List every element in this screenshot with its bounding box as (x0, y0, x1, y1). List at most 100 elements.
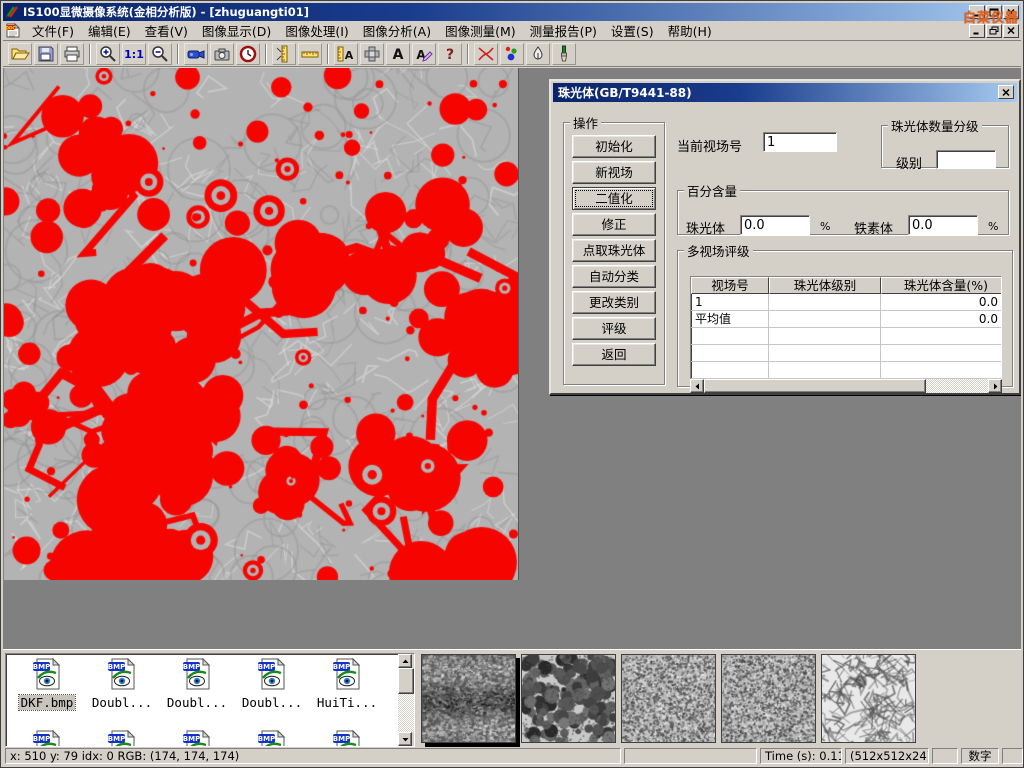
menu-item-5[interactable]: 图像处理(I) (278, 22, 355, 41)
toolbar-separator (177, 44, 179, 64)
table-row[interactable] (691, 328, 1001, 345)
toolbar-button-curve-tool[interactable] (474, 43, 498, 65)
pearlite-percent-sign: % (820, 220, 830, 233)
file-item-1[interactable]: BMPDKF.bmp (12, 657, 82, 710)
op-button-4[interactable]: 修正 (572, 213, 656, 236)
table-row[interactable] (691, 362, 1001, 379)
scroll-left-button[interactable] (690, 379, 704, 393)
file-scroll-thumb[interactable] (398, 668, 414, 694)
table-horizontal-scrollbar[interactable] (690, 379, 1002, 393)
toolbar-button-particles[interactable] (500, 43, 524, 65)
scroll-right-button[interactable] (988, 379, 1002, 393)
op-button-9[interactable]: 返回 (572, 343, 656, 366)
file-item-row2-2[interactable]: BMP (87, 729, 157, 747)
toolbar-separator (467, 44, 469, 64)
menu-item-10[interactable]: 帮助(H) (661, 22, 719, 41)
file-list-scrollbar[interactable] (398, 654, 414, 746)
svg-text:BMP: BMP (333, 735, 350, 743)
application-window: IS100显微摄像系统(金相分析版) - [zhuguangti01] 白菜仪器… (0, 0, 1024, 768)
file-item-2[interactable]: BMPDoubl... (87, 657, 157, 710)
toolbar-button-zoom-in[interactable] (96, 43, 120, 65)
toolbar-button-open[interactable] (8, 43, 32, 65)
toolbar-button-clock[interactable] (236, 43, 260, 65)
grade-group-label: 珠光体数量分级 (888, 116, 982, 135)
actual-size-icon: 1:1 (124, 44, 144, 64)
file-item-row2-1[interactable]: BMP (12, 729, 82, 747)
toolbar-button-measure-text[interactable]: A (334, 43, 358, 65)
dialog-close-button[interactable] (998, 85, 1014, 99)
svg-text:BMP: BMP (183, 663, 200, 671)
child-minimize-button[interactable] (969, 24, 985, 38)
op-button-3[interactable]: 二值化 (572, 187, 656, 210)
minimize-button[interactable] (969, 5, 985, 19)
toolbar-button-actual-size[interactable]: 1:1 (122, 43, 146, 65)
menu-item-9[interactable]: 设置(S) (604, 22, 661, 41)
pearlite-percent-input[interactable] (740, 215, 810, 235)
menu-item-6[interactable]: 图像分析(A) (356, 22, 438, 41)
scroll-down-button[interactable] (398, 732, 412, 746)
svg-text:BMP: BMP (333, 663, 350, 671)
menu-item-3[interactable]: 查看(V) (138, 22, 195, 41)
current-field-label: 当前视场号 (677, 136, 742, 155)
menu-item-1[interactable]: 文件(F) (25, 22, 81, 41)
toolbar-button-zoom-out[interactable] (148, 43, 172, 65)
child-window-buttons (969, 24, 1021, 38)
svg-text:BMP: BMP (183, 735, 200, 743)
op-button-5[interactable]: 点取珠光体 (572, 239, 656, 262)
menu-item-4[interactable]: 图像显示(D) (195, 22, 278, 41)
toolbar-button-camera[interactable] (210, 43, 234, 65)
file-item-row2-4[interactable]: BMP (237, 729, 307, 747)
grade-input[interactable] (936, 150, 996, 169)
thumbnail-2[interactable] (521, 654, 616, 743)
thumbnail-5[interactable] (821, 654, 916, 743)
op-button-6[interactable]: 自动分类 (572, 265, 656, 288)
menu-item-7[interactable]: 图像测量(M) (438, 22, 523, 41)
menu-item-8[interactable]: 测量报告(P) (523, 22, 604, 41)
document-icon[interactable]: DOC (5, 23, 21, 38)
maximize-button[interactable] (986, 5, 1002, 19)
toolbar-button-help[interactable]: ? (438, 43, 462, 65)
op-button-7[interactable]: 更改类别 (572, 291, 656, 314)
file-item-5[interactable]: BMPHuiTi... (312, 657, 382, 710)
scroll-up-button[interactable] (398, 654, 412, 668)
thumbnail-1[interactable] (421, 654, 516, 743)
svg-text:BMP: BMP (33, 735, 50, 743)
child-close-button[interactable] (1003, 24, 1019, 38)
dialog-title: 珠光体(GB/T9441-88) (558, 84, 692, 101)
rating-table[interactable]: 视场号珠光体级别珠光体含量(%)铁素体含量(%)10.0平均值0.0 (690, 276, 1002, 380)
file-item-row2-5[interactable]: BMP (312, 729, 382, 747)
table-row[interactable]: 10.0 (691, 294, 1001, 311)
toolbar-button-brush[interactable] (552, 43, 576, 65)
child-restore-button[interactable] (986, 24, 1002, 38)
thumbnail-3[interactable] (621, 654, 716, 743)
ferrite-percent-input[interactable] (908, 215, 978, 235)
toolbar-button-grid[interactable] (360, 43, 384, 65)
op-button-8[interactable]: 评级 (572, 317, 656, 340)
thumbnail-4[interactable] (721, 654, 816, 743)
clock-icon (238, 44, 258, 64)
op-button-2[interactable]: 新视场 (572, 161, 656, 184)
toolbar-button-ruler[interactable] (298, 43, 322, 65)
file-item-3[interactable]: BMPDoubl... (162, 657, 232, 710)
file-item-row2-3[interactable]: BMP (162, 729, 232, 747)
micrograph-image[interactable] (4, 68, 519, 580)
rating-table-group: 多视场评级 视场号珠光体级别珠光体含量(%)铁素体含量(%)10.0平均值0.0 (677, 241, 1013, 387)
current-field-input[interactable] (763, 132, 837, 152)
table-row[interactable]: 平均值0.0 (691, 311, 1001, 328)
table-row[interactable] (691, 345, 1001, 362)
file-item-4[interactable]: BMPDoubl... (237, 657, 307, 710)
scroll-thumb[interactable] (704, 379, 926, 393)
menu-item-2[interactable]: 编辑(E) (81, 22, 138, 41)
toolbar-button-caliper[interactable] (272, 43, 296, 65)
dialog-title-bar[interactable]: 珠光体(GB/T9441-88) (553, 83, 1017, 102)
close-button[interactable] (1003, 5, 1019, 19)
toolbar-button-pen-tool[interactable] (526, 43, 550, 65)
svg-text:BMP: BMP (258, 735, 275, 743)
toolbar-button-annotate[interactable]: A (412, 43, 436, 65)
bottom-panel: BMPBMPBMPBMPBMPBMPHuiTi...BMPDoubl...BMP… (3, 649, 1021, 749)
toolbar-button-print[interactable] (60, 43, 84, 65)
toolbar-button-text[interactable]: A (386, 43, 410, 65)
op-button-1[interactable]: 初始化 (572, 135, 656, 158)
toolbar-button-save[interactable] (34, 43, 58, 65)
toolbar-button-video-camera[interactable] (184, 43, 208, 65)
